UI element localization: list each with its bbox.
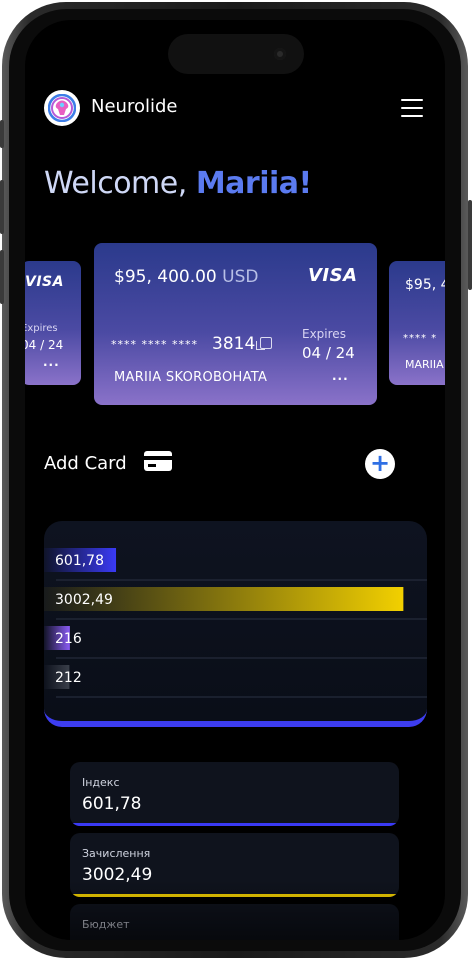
copy-icon[interactable] [256, 337, 272, 350]
card-holder-name: MARIIA S [405, 358, 445, 371]
brain-logo-icon[interactable] [44, 90, 80, 126]
power-button [468, 200, 472, 290]
volume-down-button [0, 250, 4, 304]
balance-currency: USD [222, 267, 259, 287]
card-last4: 3814 [212, 334, 256, 354]
expires-label: Expires [25, 323, 58, 334]
user-name: Mariia! [195, 166, 312, 201]
stat-label: Зачислення [82, 847, 151, 860]
card-holder-name: MARIIA SKOROBOHATA [114, 370, 268, 385]
app-screen: Neurolide Welcome, Mariia! VISA Expires … [25, 20, 445, 940]
volume-up-button [0, 180, 4, 234]
card-balance: $95, 4 [405, 277, 445, 293]
card-number-masked: **** **** **** [111, 338, 198, 351]
app-brand-name: Neurolide [91, 96, 178, 117]
card-number-masked: **** * [403, 333, 438, 344]
card-balance: $95, 400.00 USD [114, 267, 258, 287]
hamburger-menu-icon[interactable] [401, 99, 423, 117]
stat-label: Індекс [82, 776, 120, 789]
chart-bar-label: 601,78 [55, 553, 104, 569]
card-more-icon[interactable]: ... [43, 355, 60, 369]
welcome-greeting: Welcome, [44, 166, 196, 201]
bottom-fade [25, 880, 445, 940]
welcome-heading: Welcome, Mariia! [44, 166, 312, 201]
stat-accent-line [70, 823, 399, 826]
expires-value: 04 / 24 [25, 338, 64, 352]
chart-bar-label: 212 [55, 670, 82, 686]
bar-chart: 601,78 3002,49 216 212 [44, 521, 427, 727]
chart-svg: 601,78 3002,49 216 212 [44, 548, 427, 698]
stat-card[interactable]: Індекс 601,78 [70, 762, 399, 826]
chart-bar-label: 216 [55, 631, 82, 647]
mute-switch [0, 120, 4, 148]
card-main[interactable]: $95, 400.00 USD VISA **** **** **** 3814… [94, 243, 377, 405]
visa-logo: VISA [308, 265, 358, 286]
card-right[interactable]: $95, 4 **** * MARIIA S [389, 261, 445, 385]
add-card-label[interactable]: Add Card [44, 453, 127, 474]
card-left[interactable]: VISA Expires 04 / 24 ... [25, 261, 81, 385]
expires-value: 04 / 24 [302, 344, 355, 362]
balance-amount: $95, 400.00 [114, 267, 217, 287]
plus-icon[interactable]: + [365, 449, 395, 479]
stat-value: 601,78 [82, 794, 142, 814]
expires-label: Expires [302, 327, 346, 341]
camera-icon [274, 48, 286, 60]
card-more-icon[interactable]: ... [332, 369, 349, 383]
chart-bar-label: 3002,49 [55, 592, 113, 608]
visa-logo: VISA [25, 274, 64, 290]
credit-card-icon [144, 451, 172, 471]
dynamic-island [168, 34, 304, 74]
